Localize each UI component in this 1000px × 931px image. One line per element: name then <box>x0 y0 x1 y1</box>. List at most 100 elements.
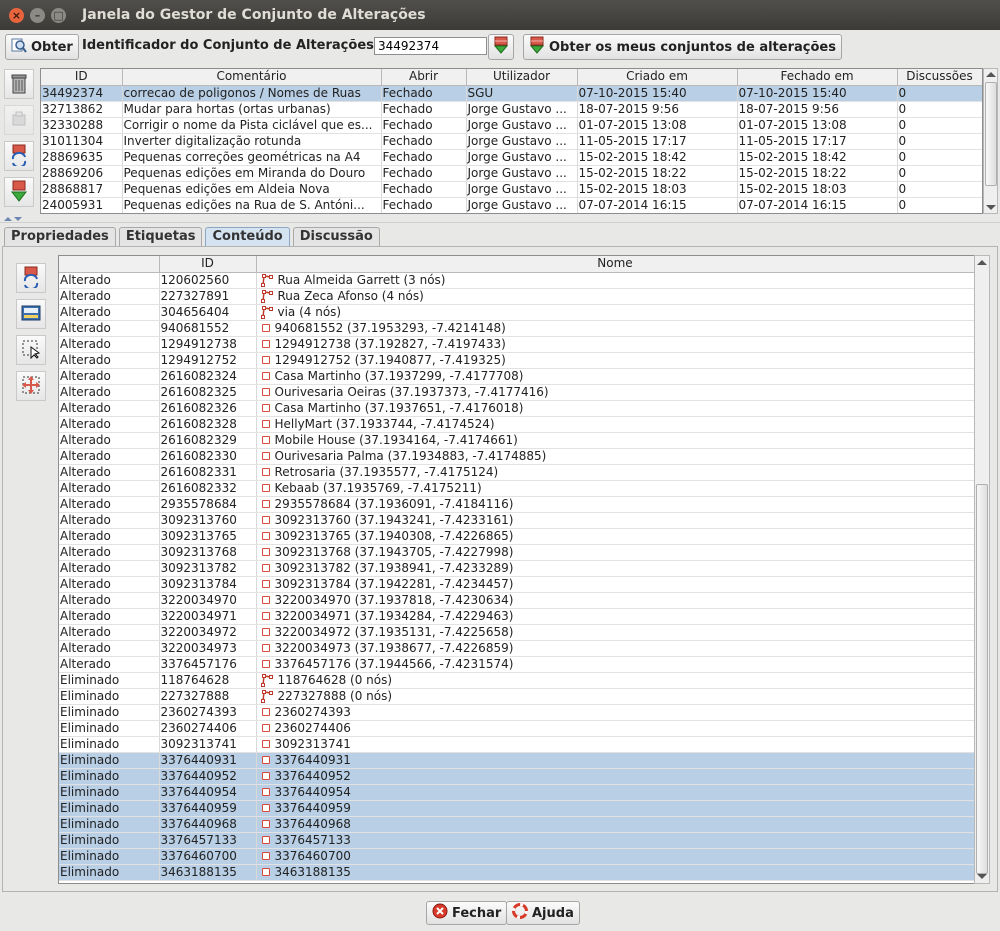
tab-discussion[interactable]: Discussão <box>292 227 380 246</box>
changeset-table[interactable]: ID Comentário Abrir Utilizador Criado em Fech… <box>40 68 983 214</box>
column-header[interactable]: Abrir <box>381 69 467 86</box>
table-row[interactable]: Alterado 2616082332 Kebaab (37.1935769, -7… <box>59 480 974 497</box>
table-row[interactable]: Alterado 2616082329 Mobile House (37.19341… <box>59 432 974 449</box>
content-scrollbar[interactable] <box>974 255 990 884</box>
name-cell: 3376440952 <box>256 768 974 785</box>
table-row[interactable]: Alterado 2616082324 Casa Martinho (37.1937… <box>59 368 974 385</box>
table-row[interactable]: Alterado 3092313760 3092313760 (37.1943241… <box>59 512 974 529</box>
node-icon <box>261 580 270 588</box>
fetch-by-id-button[interactable] <box>488 34 514 60</box>
help-button[interactable]: Ajuda <box>506 901 580 925</box>
window-minimize-button[interactable]: – <box>30 7 45 23</box>
column-header[interactable]: Fechado em <box>737 69 898 86</box>
column-header[interactable]: Comentário <box>122 69 382 86</box>
column-header[interactable] <box>59 256 160 273</box>
scroll-up-arrow[interactable] <box>986 72 996 77</box>
table-row[interactable]: Eliminado 3376440959 3376440959 <box>59 800 974 817</box>
window-close-button[interactable]: × <box>9 7 24 23</box>
table-row[interactable]: 28868817 Pequenas edições em Aldeia Nova F… <box>41 181 982 198</box>
table-row[interactable]: Eliminado 2360274393 2360274393 <box>59 704 974 721</box>
table-row[interactable]: 28869635 Pequenas correções geométricas n… <box>41 149 982 166</box>
table-row[interactable]: Alterado 2935578684 2935578684 (37.1936091… <box>59 496 974 513</box>
column-header[interactable]: ID <box>41 69 123 86</box>
table-row[interactable]: Alterado 3092313768 3092313768 (37.1943705… <box>59 544 974 561</box>
table-row[interactable]: Alterado 2616082325 Ourivesaria Oeiras (37… <box>59 384 974 401</box>
tab-tags[interactable]: Etiquetas <box>118 227 203 246</box>
zoom-to-selection-button[interactable] <box>16 371 46 401</box>
table-cell: 07-07-2014 16:15 <box>737 197 898 213</box>
table-row[interactable]: Eliminado 3376440952 3376440952 <box>59 768 974 785</box>
column-header[interactable]: Utilizador <box>466 69 578 86</box>
table-row[interactable]: 28869206 Pequenas edições em Miranda do D… <box>41 165 982 182</box>
close-button[interactable]: Fechar <box>426 901 508 925</box>
table-row[interactable]: Alterado 3092313784 3092313784 (37.1942281… <box>59 576 974 593</box>
table-row[interactable]: Eliminado 3376440931 3376440931 <box>59 752 974 769</box>
id-cell: 2616082332 <box>159 480 257 497</box>
download-changeset-button[interactable] <box>4 177 34 207</box>
delete-button[interactable] <box>4 69 34 99</box>
table-row[interactable]: Alterado 3092313782 3092313782 (37.1938941… <box>59 560 974 577</box>
column-header[interactable]: Criado em <box>577 69 738 86</box>
table-row[interactable]: Alterado 3376457176 3376457176 (37.1944566… <box>59 656 974 673</box>
show-history-button[interactable] <box>16 299 46 329</box>
table-row[interactable]: Alterado 3220034971 3220034971 (37.1934284… <box>59 608 974 625</box>
changeset-scrollbar[interactable] <box>983 68 998 214</box>
tab-content[interactable]: Conteúdo <box>205 227 290 246</box>
column-header[interactable]: Discussões <box>897 69 982 86</box>
table-row[interactable]: Eliminado 3376457133 3376457133 <box>59 832 974 849</box>
scrollbar-thumb[interactable] <box>976 484 988 874</box>
update-content-button[interactable] <box>16 263 46 293</box>
name-cell: 2935578684 (37.1936091, -7.4184116) <box>256 496 974 513</box>
table-row[interactable]: Eliminado 3463188135 3463188135 <box>59 864 974 881</box>
scroll-up-arrow[interactable] <box>977 260 987 265</box>
table-row[interactable]: Alterado 3220034973 3220034973 (37.1938677… <box>59 640 974 657</box>
table-row[interactable]: Alterado 3220034972 3220034972 (37.1935131… <box>59 624 974 641</box>
table-row[interactable]: Alterado 1294912738 1294912738 (37.192827,… <box>59 336 974 353</box>
my-changesets-button[interactable]: Obter os meus conjuntos de alterações <box>523 34 842 60</box>
column-header[interactable]: ID <box>159 256 257 273</box>
content-table[interactable]: ID Nome Alterado 120602560 Rua Almeida Garr… <box>58 255 975 884</box>
split-divider[interactable] <box>0 215 1000 223</box>
id-cell: 2360274406 <box>159 720 257 737</box>
table-row[interactable]: Eliminado 2360274406 2360274406 <box>59 720 974 737</box>
table-row[interactable]: Alterado 3220034970 3220034970 (37.1937818… <box>59 592 974 609</box>
table-row[interactable]: Alterado 2616082328 HellyMart (37.1933744,… <box>59 416 974 433</box>
table-row[interactable]: 34492374 correcao de poligonos / Nomes de… <box>41 85 982 102</box>
table-row[interactable]: Alterado 2616082330 Ourivesaria Palma (37.… <box>59 448 974 465</box>
select-in-layer-button[interactable] <box>16 335 46 365</box>
change-type-cell: Eliminado <box>59 704 160 721</box>
tab-properties[interactable]: Propriedades <box>4 227 116 246</box>
table-row[interactable]: Eliminado 118764628 118764628 (0 nós) <box>59 672 974 689</box>
table-row[interactable]: 24005931 Pequenas edições na Rua de S. An… <box>41 197 982 213</box>
table-row[interactable]: Alterado 120602560 Rua Almeida Garrett (3 … <box>59 272 974 289</box>
scroll-down-arrow[interactable] <box>977 874 987 879</box>
name-cell: 3376440931 <box>256 752 974 769</box>
table-row[interactable]: 31011304 Inverter digitalização rotunda Fe… <box>41 133 982 150</box>
table-row[interactable]: Alterado 3092313765 3092313765 (37.1940308… <box>59 528 974 545</box>
table-row[interactable]: Alterado 940681552 940681552 (37.1953293, … <box>59 320 974 337</box>
table-row[interactable]: Alterado 304656404 via (4 nós) <box>59 304 974 321</box>
changeset-id-input[interactable] <box>374 37 487 55</box>
close-changeset-button[interactable] <box>4 105 34 135</box>
table-cell: 11-05-2015 17:17 <box>737 133 898 150</box>
table-row[interactable]: Eliminado 3376440968 3376440968 <box>59 816 974 833</box>
table-row[interactable]: 32713862 Mudar para hortas (ortas urbanas… <box>41 101 982 118</box>
table-row[interactable]: Alterado 2616082331 Retrosaria (37.1935577… <box>59 464 974 481</box>
table-row[interactable]: Eliminado 3376440954 3376440954 <box>59 784 974 801</box>
fetch-button[interactable]: Obter <box>5 34 79 60</box>
table-row[interactable]: Eliminado 3376460700 3376460700 <box>59 848 974 865</box>
id-cell: 1294912738 <box>159 336 257 353</box>
update-changeset-button[interactable] <box>4 141 34 171</box>
table-row[interactable]: Eliminado 3092313741 3092313741 <box>59 736 974 753</box>
table-row[interactable]: Eliminado 227327888 227327888 (0 nós) <box>59 688 974 705</box>
scrollbar-thumb[interactable] <box>985 82 997 186</box>
table-cell: Fechado <box>381 117 467 134</box>
scroll-down-arrow[interactable] <box>986 205 996 210</box>
table-row[interactable]: Alterado 2616082326 Casa Martinho (37.1937… <box>59 400 974 417</box>
table-row[interactable]: Alterado 1294912752 1294912752 (37.1940877… <box>59 352 974 369</box>
table-row[interactable]: 32330288 Corrigir o nome da Pista cicláve… <box>41 117 982 134</box>
name-cell: Ourivesaria Oeiras (37.1937373, -7.41774… <box>256 384 974 401</box>
table-row[interactable]: Alterado 227327891 Rua Zeca Afonso (4 nós) <box>59 288 974 305</box>
column-header[interactable]: Nome <box>256 256 974 273</box>
window-maximize-button[interactable]: □ <box>51 7 66 23</box>
